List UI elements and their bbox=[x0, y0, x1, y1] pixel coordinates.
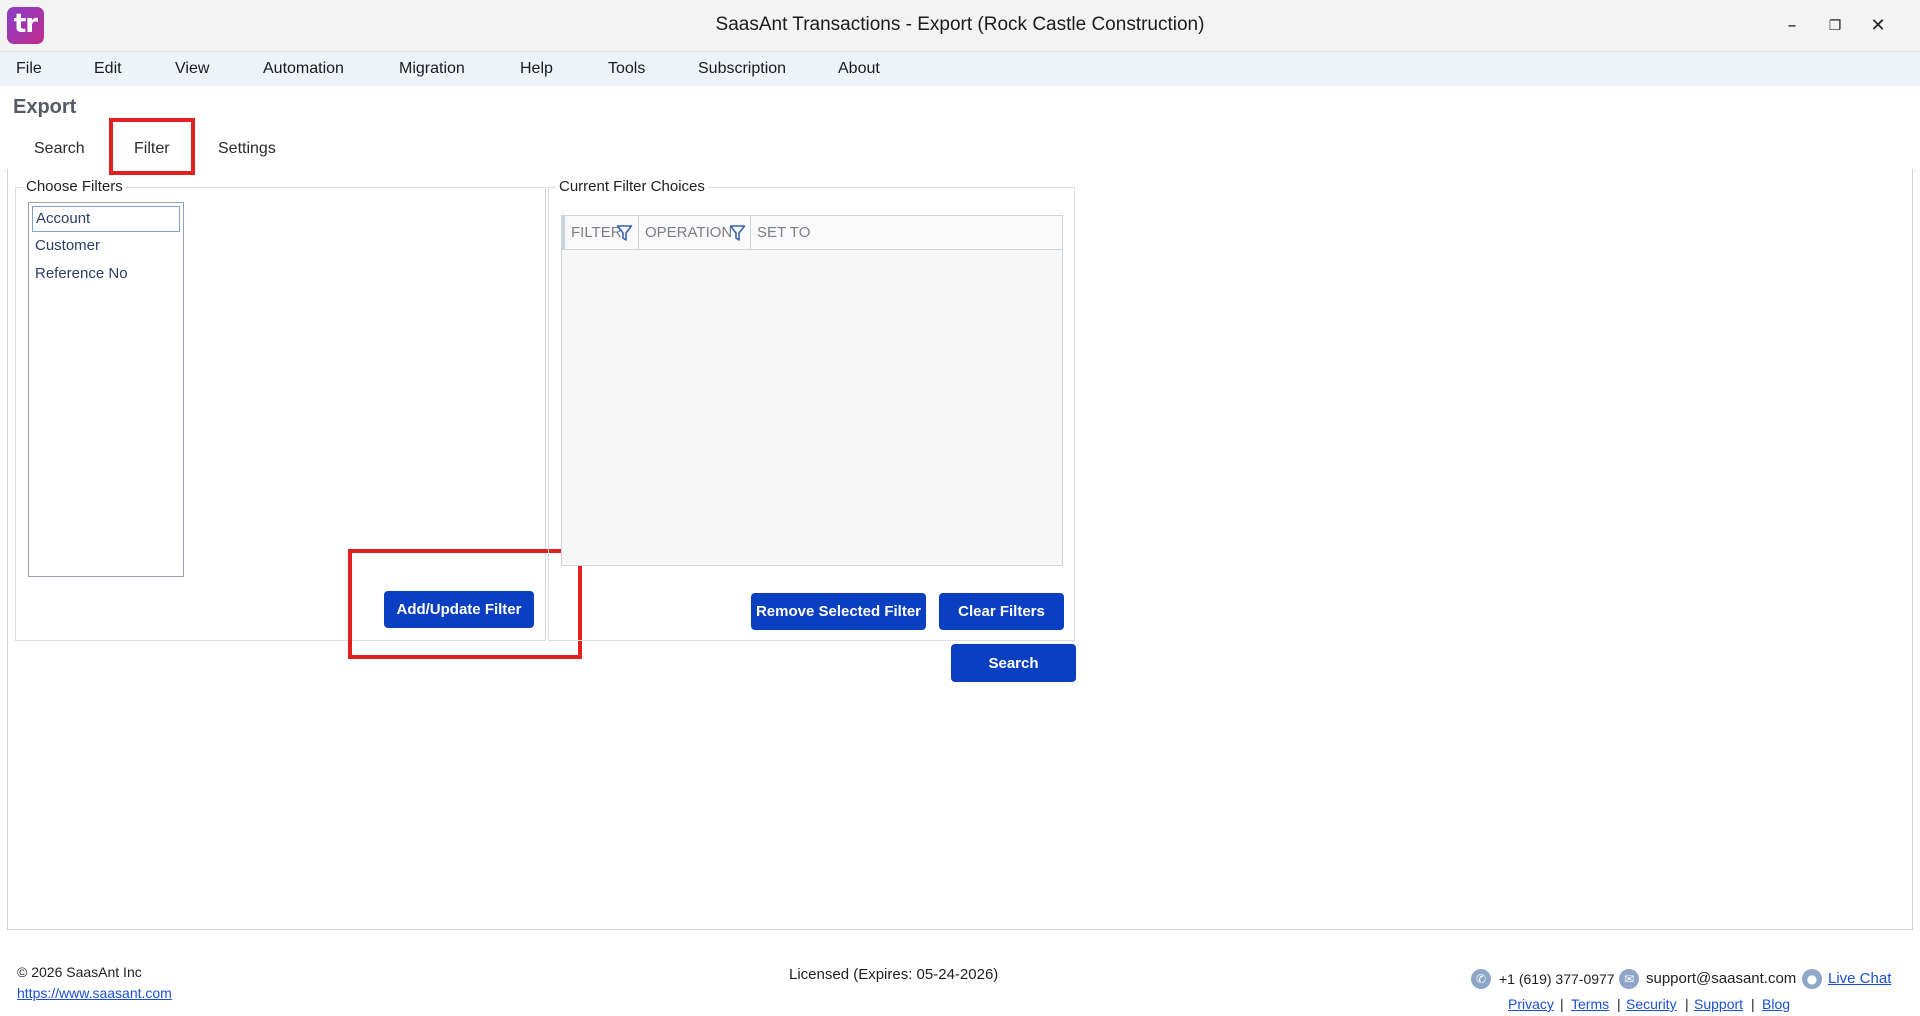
search-button[interactable]: Search bbox=[951, 644, 1076, 682]
filter-funnel-icon[interactable] bbox=[616, 224, 633, 242]
page-title: Export bbox=[13, 96, 77, 118]
column-set-to[interactable]: SET TO bbox=[751, 216, 810, 250]
tab-search[interactable]: Search bbox=[34, 140, 85, 158]
operation-funnel-icon[interactable] bbox=[729, 224, 746, 242]
current-filters-grid[interactable]: FILTER OPERATION SET TO bbox=[561, 215, 1063, 566]
license-status: Licensed (Expires: 05-24-2026) bbox=[789, 966, 999, 983]
choose-filters-label: Choose Filters bbox=[23, 178, 126, 195]
column-operation[interactable]: OPERATION bbox=[639, 216, 732, 250]
phone-number: +1 (619) 377-0977 bbox=[1499, 971, 1615, 987]
link-separator: | bbox=[1685, 996, 1689, 1012]
copyright-text: © 2026 SaasAnt Inc bbox=[17, 964, 142, 980]
current-filter-choices-label: Current Filter Choices bbox=[556, 178, 708, 195]
security-link[interactable]: Security bbox=[1626, 996, 1677, 1012]
link-separator: | bbox=[1560, 996, 1564, 1012]
column-filter[interactable]: FILTER bbox=[565, 216, 622, 250]
add-filter-highlight bbox=[348, 549, 582, 659]
list-item-account[interactable]: Account bbox=[32, 206, 180, 232]
list-item-customer[interactable]: Customer bbox=[32, 234, 180, 260]
close-button[interactable]: ✕ bbox=[1858, 8, 1898, 44]
phone-icon: ✆ bbox=[1471, 969, 1491, 989]
chat-icon: ● bbox=[1802, 969, 1822, 989]
menu-about[interactable]: About bbox=[838, 60, 880, 78]
filter-tab-highlight bbox=[109, 118, 195, 175]
title-bar: tr SaasAnt Transactions - Export (Rock C… bbox=[0, 0, 1920, 52]
clear-filters-button[interactable]: Clear Filters bbox=[939, 593, 1064, 630]
link-separator: | bbox=[1751, 996, 1755, 1012]
menu-bar: File Edit View Automation Migration Help… bbox=[0, 52, 1920, 86]
menu-subscription[interactable]: Subscription bbox=[698, 60, 786, 78]
menu-migration[interactable]: Migration bbox=[399, 60, 465, 78]
grid-header: FILTER OPERATION SET TO bbox=[562, 216, 1062, 250]
link-separator: | bbox=[1617, 996, 1621, 1012]
live-chat-link[interactable]: Live Chat bbox=[1828, 970, 1891, 987]
menu-tools[interactable]: Tools bbox=[608, 60, 645, 78]
terms-link[interactable]: Terms bbox=[1571, 996, 1609, 1012]
menu-view[interactable]: View bbox=[175, 60, 209, 78]
window-title: SaasAnt Transactions - Export (Rock Cast… bbox=[715, 14, 1205, 35]
support-link[interactable]: Support bbox=[1694, 996, 1743, 1012]
list-item-reference-no[interactable]: Reference No bbox=[32, 262, 180, 288]
maximize-button[interactable]: ❐ bbox=[1815, 8, 1855, 44]
menu-automation[interactable]: Automation bbox=[263, 60, 344, 78]
menu-help[interactable]: Help bbox=[520, 60, 553, 78]
remove-selected-filter-button[interactable]: Remove Selected Filter bbox=[751, 593, 926, 630]
tab-settings[interactable]: Settings bbox=[218, 140, 276, 158]
filter-options-list[interactable]: Account Customer Reference No bbox=[28, 202, 184, 577]
privacy-link[interactable]: Privacy bbox=[1508, 996, 1554, 1012]
menu-file[interactable]: File bbox=[16, 60, 42, 78]
menu-edit[interactable]: Edit bbox=[94, 60, 122, 78]
website-link[interactable]: https://www.saasant.com bbox=[17, 985, 172, 1001]
blog-link[interactable]: Blog bbox=[1762, 996, 1790, 1012]
minimize-button[interactable]: – bbox=[1772, 8, 1812, 44]
email-icon: ✉ bbox=[1619, 969, 1639, 989]
support-email[interactable]: support@saasant.com bbox=[1646, 970, 1796, 987]
